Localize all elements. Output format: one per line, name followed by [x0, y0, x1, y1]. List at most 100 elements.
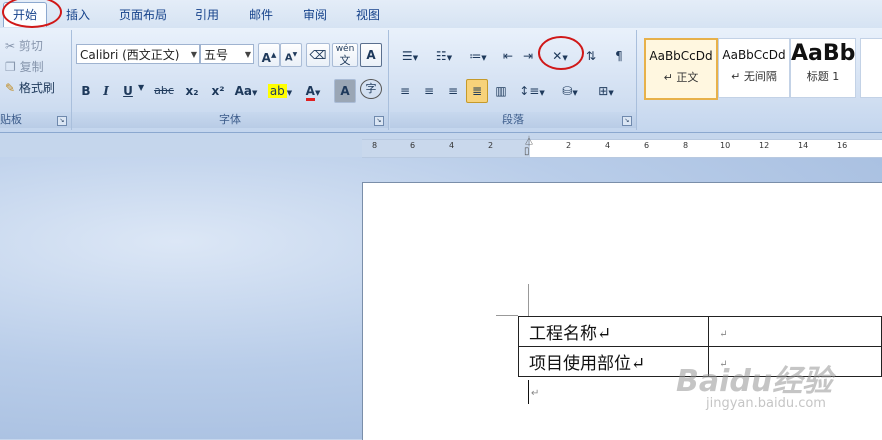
borders-button[interactable]: ⊞▼: [590, 79, 622, 103]
pilcrow-icon: ¶: [615, 49, 623, 63]
ruler-tick: 14: [798, 141, 809, 150]
table-row: 工程名称↵ ↵: [517, 316, 882, 347]
bullet-list-icon: ☰: [401, 49, 413, 63]
bold-button[interactable]: B: [76, 79, 96, 103]
tab-references[interactable]: 引用: [188, 6, 226, 24]
justify-button[interactable]: ≣: [466, 79, 488, 103]
highlight-circle-chinese-layout: [538, 36, 584, 70]
style-heading-1-name: 标题 1: [806, 70, 840, 83]
highlight-color-button[interactable]: ab ▼: [264, 79, 296, 103]
underline-button[interactable]: U: [116, 79, 140, 103]
align-center-button[interactable]: ≡: [418, 79, 440, 103]
font-size-select[interactable]: 五号 ▼: [200, 44, 254, 64]
paragraph-mark: ↵: [531, 388, 540, 399]
chevron-down-icon: ▼: [190, 50, 197, 59]
style-heading-1-sample: AaBb: [791, 41, 856, 66]
format-painter-button[interactable]: ✎ 格式刷: [4, 76, 70, 100]
multilevel-list-icon: ≔: [469, 49, 482, 63]
line-spacing-icon: ↕≡: [519, 84, 540, 98]
font-dialog-launcher-icon[interactable]: ↘: [374, 116, 384, 126]
clear-formatting-button[interactable]: ⌫: [306, 43, 330, 67]
character-border-button[interactable]: A: [360, 43, 382, 67]
clipboard-dialog-launcher-icon[interactable]: ↘: [57, 116, 67, 126]
indent-marker-icon[interactable]: ⏃ ▯: [524, 138, 534, 157]
style-no-spacing[interactable]: AaBbCcDd ↵ 无间隔: [718, 38, 790, 98]
increase-indent-button[interactable]: ⇥: [518, 44, 538, 68]
table-cell-label[interactable]: 工程名称↵: [517, 316, 710, 347]
style-more[interactable]: [860, 38, 882, 98]
font-size-value: 五号: [204, 48, 229, 62]
text-cursor: [528, 380, 529, 404]
superscript-button[interactable]: x²: [206, 79, 230, 103]
tab-view[interactable]: 视图: [347, 6, 389, 24]
ruler-tick: 2: [566, 141, 572, 150]
sort-az-icon: ⇅: [585, 49, 597, 63]
outdent-icon: ⇤: [502, 49, 514, 63]
phonetic-guide-pinyin: wén: [335, 44, 355, 54]
clipboard-group: ✂ 剪切 ❐ 复制 ✎ 格式刷 贴板 ↘: [0, 30, 72, 130]
ribbon: ✂ 剪切 ❐ 复制 ✎ 格式刷 贴板 ↘ Calibri (西文正文) ▼ 五号 ▼…: [0, 28, 882, 133]
tab-review[interactable]: 审阅: [294, 6, 336, 24]
subscript-button[interactable]: x₂: [180, 79, 204, 103]
ruler-tick: 4: [449, 141, 455, 150]
distributed-icon: ▥: [495, 84, 507, 98]
ruler-tick: 8: [683, 141, 689, 150]
table-cell-value[interactable]: ↵: [708, 316, 882, 347]
ruler-tick: 8: [372, 141, 378, 150]
copy-icon: ❐: [5, 60, 16, 74]
style-no-spacing-sample: AaBbCcDd: [722, 48, 786, 62]
ruler-tick: 10: [720, 141, 731, 150]
tab-mailings[interactable]: 邮件: [240, 6, 282, 24]
paintbrush-icon: ✎: [5, 81, 16, 95]
cut-label: 剪切: [18, 39, 43, 53]
format-painter-label: 格式刷: [18, 81, 55, 95]
font-group: Calibri (西文正文) ▼ 五号 ▼ A▲ A▼ ⌫ wén 文 A B I U…: [72, 30, 389, 130]
enclose-characters-button[interactable]: 字: [360, 79, 382, 99]
paragraph-group-label: 段落: [390, 112, 636, 128]
tab-insert[interactable]: 插入: [60, 6, 96, 24]
phonetic-guide-button[interactable]: wén 文: [332, 43, 358, 67]
ruler-tick: 6: [410, 141, 416, 150]
align-right-button[interactable]: ≡: [442, 79, 464, 103]
justify-icon: ≣: [471, 84, 483, 98]
distributed-button[interactable]: ▥: [490, 79, 512, 103]
numbering-button[interactable]: ☷▼: [428, 44, 460, 68]
highlighter-icon: ab: [267, 84, 287, 98]
decrease-indent-button[interactable]: ⇤: [498, 44, 518, 68]
font-group-label: 字体: [72, 112, 388, 128]
strikethrough-button[interactable]: abc: [150, 79, 178, 103]
tab-page-layout[interactable]: 页面布局: [112, 6, 174, 24]
ribbon-tab-bar: 开始 插入 页面布局 引用 邮件 审阅 视图: [0, 0, 882, 29]
show-formatting-marks-button[interactable]: ¶: [608, 44, 630, 68]
style-normal[interactable]: AaBbCcDd ↵ 正文: [644, 38, 718, 100]
grow-font-button[interactable]: A▲: [258, 43, 280, 67]
copy-label: 复制: [19, 60, 44, 74]
shrink-font-button[interactable]: A▼: [280, 43, 302, 67]
styles-group: AaBbCcDd ↵ 正文 AaBbCcDd ↵ 无间隔 AaBb 标题 1: [638, 30, 882, 130]
paragraph-dialog-launcher-icon[interactable]: ↘: [622, 116, 632, 126]
baidu-watermark-url: jingyan.baidu.com: [706, 396, 826, 411]
align-center-icon: ≡: [423, 84, 435, 98]
ruler-left-margin: [362, 139, 530, 158]
change-case-button[interactable]: Aa▼: [232, 79, 260, 103]
align-left-button[interactable]: ≡: [394, 79, 416, 103]
bullets-button[interactable]: ☰▼: [394, 44, 426, 68]
font-color-button[interactable]: A▼: [298, 79, 328, 103]
shading-button[interactable]: ⛁▼: [552, 79, 588, 103]
paragraph-group: ☰▼ ☷▼ ≔▼ ⇤ ⇥ ✕▼ ⇅ ¶ ≡ ≡ ≡ ≣ ▥ ↕≡▼ ⛁▼ ⊞▼ …: [390, 30, 637, 130]
ruler-tick: 2: [488, 141, 494, 150]
italic-button[interactable]: I: [96, 79, 116, 103]
style-normal-name: ↵ 正文: [663, 71, 699, 84]
chevron-down-icon[interactable]: ▼: [138, 83, 144, 92]
line-spacing-button[interactable]: ↕≡▼: [516, 79, 548, 103]
numbered-list-icon: ☷: [435, 49, 447, 63]
baidu-watermark-logo: Baidu经验: [676, 364, 833, 399]
paint-bucket-icon: ⛁: [562, 84, 573, 98]
style-heading-1[interactable]: AaBb 标题 1: [790, 38, 856, 98]
align-left-icon: ≡: [399, 84, 411, 98]
multilevel-list-button[interactable]: ≔▼: [462, 44, 494, 68]
ruler-tick: 12: [759, 141, 770, 150]
margin-corner-mark: [496, 315, 518, 316]
font-name-select[interactable]: Calibri (西文正文) ▼: [76, 44, 200, 64]
character-shading-button[interactable]: A: [334, 79, 356, 103]
